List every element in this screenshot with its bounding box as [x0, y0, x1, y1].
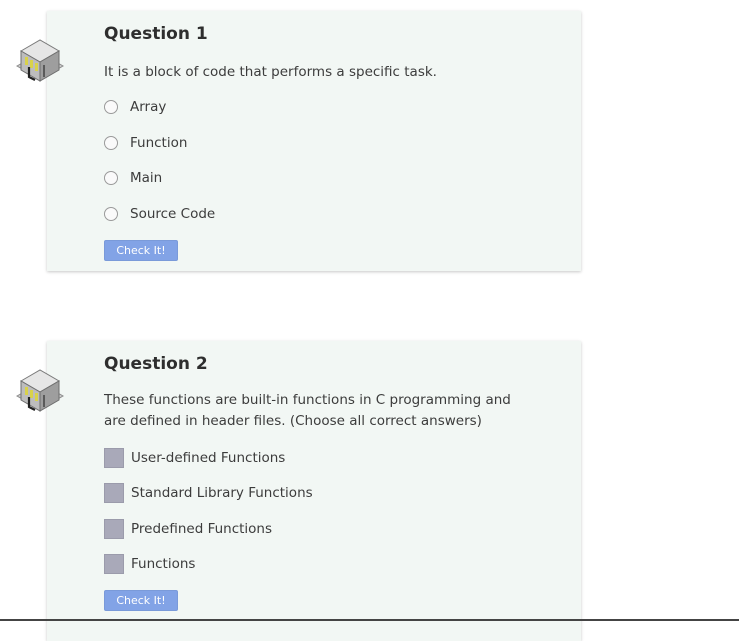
answer-option[interactable]: Function	[104, 132, 187, 154]
check-it-button[interactable]: Check It!	[104, 590, 178, 611]
option-label: Main	[130, 170, 163, 186]
checkbox[interactable]	[104, 519, 124, 539]
answer-option[interactable]: Source Code	[104, 203, 215, 225]
option-label: Predefined Functions	[131, 521, 273, 537]
radio-button[interactable]	[104, 100, 118, 114]
building-icon	[15, 39, 65, 82]
radio-button[interactable]	[104, 207, 118, 221]
answer-option[interactable]: Standard Library Functions	[104, 482, 313, 504]
answer-option[interactable]: Functions	[104, 553, 195, 575]
option-label: Standard Library Functions	[131, 485, 313, 501]
option-label: User-defined Functions	[131, 450, 286, 466]
question-title: Question 2	[104, 354, 208, 374]
question-card-2: Question 2 These functions are built-in …	[15, 341, 581, 641]
question-title: Question 1	[104, 24, 208, 44]
answer-option[interactable]: User-defined Functions	[104, 447, 285, 469]
building-icon	[15, 369, 65, 412]
question-text: It is a block of code that performs a sp…	[104, 64, 437, 80]
question-card-1: Question 1 It is a block of code that pe…	[15, 11, 581, 271]
radio-button[interactable]	[104, 136, 118, 150]
checkbox[interactable]	[104, 554, 124, 574]
question-text: These functions are built-in functions i…	[104, 392, 511, 429]
check-it-button[interactable]: Check It!	[104, 240, 178, 261]
option-label: Source Code	[130, 206, 216, 222]
answer-option[interactable]: Predefined Functions	[104, 518, 272, 540]
checkbox[interactable]	[104, 448, 124, 468]
answer-option[interactable]: Main	[104, 167, 162, 189]
checkbox[interactable]	[104, 483, 124, 503]
option-label: Functions	[131, 556, 196, 572]
option-label: Array	[130, 99, 167, 115]
answer-option[interactable]: Array	[104, 96, 166, 118]
radio-button[interactable]	[104, 171, 118, 185]
option-label: Function	[130, 135, 188, 151]
